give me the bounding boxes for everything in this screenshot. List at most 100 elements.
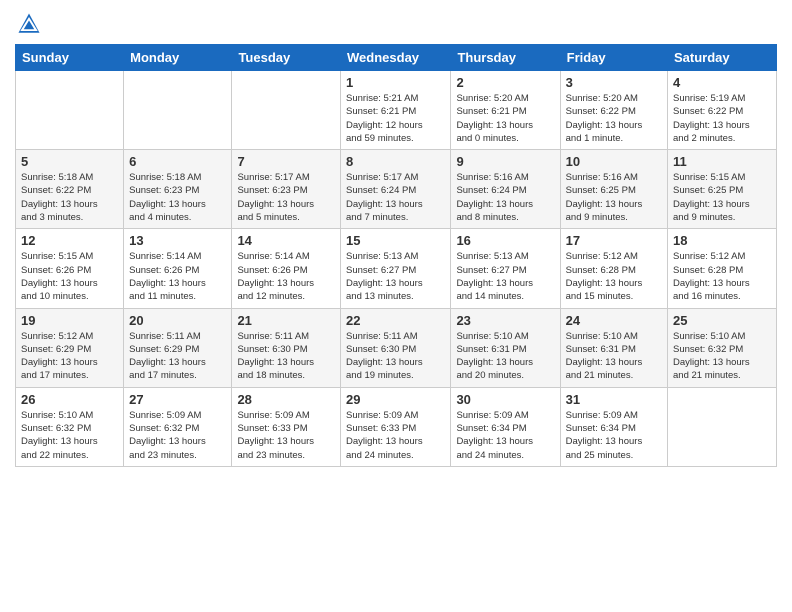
day-info: Sunrise: 5:18 AM Sunset: 6:23 PM Dayligh…	[129, 171, 226, 224]
day-info: Sunrise: 5:13 AM Sunset: 6:27 PM Dayligh…	[456, 250, 554, 303]
day-number: 2	[456, 75, 554, 90]
day-info: Sunrise: 5:13 AM Sunset: 6:27 PM Dayligh…	[346, 250, 445, 303]
calendar-day-9: 9 Sunrise: 5:16 AM Sunset: 6:24 PM Daylig…	[451, 150, 560, 229]
day-number: 24	[566, 313, 662, 328]
day-number: 18	[673, 233, 771, 248]
calendar-day-5: 5Sunrise: 5:18 AM Sunset: 6:22 PM Daylig…	[16, 150, 124, 229]
calendar-week-row: 26 Sunrise: 5:10 AM Sunset: 6:32 PM Dayli…	[16, 387, 777, 466]
day-info: Sunrise: 5:09 AM Sunset: 6:32 PM Dayligh…	[129, 409, 226, 462]
calendar-day-7: 7 Sunrise: 5:17 AM Sunset: 6:23 PM Daylig…	[232, 150, 341, 229]
day-number: 11	[673, 154, 771, 169]
weekday-header-saturday: Saturday	[668, 45, 777, 71]
day-info: Sunrise: 5:21 AM Sunset: 6:21 PM Dayligh…	[346, 92, 445, 145]
day-number: 21	[237, 313, 335, 328]
day-info: Sunrise: 5:15 AM Sunset: 6:25 PM Dayligh…	[673, 171, 771, 224]
day-number: 9	[456, 154, 554, 169]
calendar-day-3: 3 Sunrise: 5:20 AM Sunset: 6:22 PM Daylig…	[560, 71, 667, 150]
day-number: 28	[237, 392, 335, 407]
day-info: Sunrise: 5:09 AM Sunset: 6:33 PM Dayligh…	[237, 409, 335, 462]
day-info: Sunrise: 5:10 AM Sunset: 6:32 PM Dayligh…	[21, 409, 118, 462]
day-number: 10	[566, 154, 662, 169]
calendar-day-18: 18 Sunrise: 5:12 AM Sunset: 6:28 PM Dayli…	[668, 229, 777, 308]
calendar-day-17: 17Sunrise: 5:12 AM Sunset: 6:28 PM Dayli…	[560, 229, 667, 308]
calendar-day-8: 8 Sunrise: 5:17 AM Sunset: 6:24 PM Daylig…	[341, 150, 451, 229]
logo	[15, 10, 47, 38]
day-info: Sunrise: 5:15 AM Sunset: 6:26 PM Dayligh…	[21, 250, 118, 303]
day-info: Sunrise: 5:11 AM Sunset: 6:30 PM Dayligh…	[346, 330, 445, 383]
day-number: 22	[346, 313, 445, 328]
calendar-empty-cell	[124, 71, 232, 150]
day-number: 19	[21, 313, 118, 328]
calendar-day-15: 15 Sunrise: 5:13 AM Sunset: 6:27 PM Dayli…	[341, 229, 451, 308]
day-info: Sunrise: 5:10 AM Sunset: 6:31 PM Dayligh…	[456, 330, 554, 383]
page-header	[15, 10, 777, 38]
weekday-header-sunday: Sunday	[16, 45, 124, 71]
day-number: 6	[129, 154, 226, 169]
day-info: Sunrise: 5:10 AM Sunset: 6:32 PM Dayligh…	[673, 330, 771, 383]
calendar-day-13: 13 Sunrise: 5:14 AM Sunset: 6:26 PM Dayli…	[124, 229, 232, 308]
day-info: Sunrise: 5:18 AM Sunset: 6:22 PM Dayligh…	[21, 171, 118, 224]
calendar-day-31: 31 Sunrise: 5:09 AM Sunset: 6:34 PM Dayli…	[560, 387, 667, 466]
calendar-empty-cell	[232, 71, 341, 150]
calendar-day-24: 24 Sunrise: 5:10 AM Sunset: 6:31 PM Dayli…	[560, 308, 667, 387]
day-number: 30	[456, 392, 554, 407]
calendar-day-4: 4 Sunrise: 5:19 AM Sunset: 6:22 PM Daylig…	[668, 71, 777, 150]
day-number: 23	[456, 313, 554, 328]
calendar-day-25: 25 Sunrise: 5:10 AM Sunset: 6:32 PM Dayli…	[668, 308, 777, 387]
day-info: Sunrise: 5:20 AM Sunset: 6:21 PM Dayligh…	[456, 92, 554, 145]
calendar-day-20: 20 Sunrise: 5:11 AM Sunset: 6:29 PM Dayli…	[124, 308, 232, 387]
day-info: Sunrise: 5:17 AM Sunset: 6:24 PM Dayligh…	[346, 171, 445, 224]
calendar-table: SundayMondayTuesdayWednesdayThursdayFrid…	[15, 44, 777, 467]
day-number: 15	[346, 233, 445, 248]
day-number: 29	[346, 392, 445, 407]
calendar-day-27: 27 Sunrise: 5:09 AM Sunset: 6:32 PM Dayli…	[124, 387, 232, 466]
logo-icon	[15, 10, 43, 38]
day-info: Sunrise: 5:20 AM Sunset: 6:22 PM Dayligh…	[566, 92, 662, 145]
day-number: 25	[673, 313, 771, 328]
calendar-day-14: 14 Sunrise: 5:14 AM Sunset: 6:26 PM Dayli…	[232, 229, 341, 308]
calendar-day-10: 10Sunrise: 5:16 AM Sunset: 6:25 PM Dayli…	[560, 150, 667, 229]
day-info: Sunrise: 5:10 AM Sunset: 6:31 PM Dayligh…	[566, 330, 662, 383]
day-number: 7	[237, 154, 335, 169]
calendar-day-12: 12Sunrise: 5:15 AM Sunset: 6:26 PM Dayli…	[16, 229, 124, 308]
day-number: 4	[673, 75, 771, 90]
day-number: 20	[129, 313, 226, 328]
calendar-week-row: 1Sunrise: 5:21 AM Sunset: 6:21 PM Daylig…	[16, 71, 777, 150]
day-number: 16	[456, 233, 554, 248]
calendar-day-21: 21 Sunrise: 5:11 AM Sunset: 6:30 PM Dayli…	[232, 308, 341, 387]
day-number: 27	[129, 392, 226, 407]
day-info: Sunrise: 5:11 AM Sunset: 6:30 PM Dayligh…	[237, 330, 335, 383]
day-info: Sunrise: 5:09 AM Sunset: 6:34 PM Dayligh…	[566, 409, 662, 462]
day-info: Sunrise: 5:12 AM Sunset: 6:28 PM Dayligh…	[673, 250, 771, 303]
calendar-day-11: 11 Sunrise: 5:15 AM Sunset: 6:25 PM Dayli…	[668, 150, 777, 229]
calendar-week-row: 19 Sunrise: 5:12 AM Sunset: 6:29 PM Dayli…	[16, 308, 777, 387]
day-info: Sunrise: 5:17 AM Sunset: 6:23 PM Dayligh…	[237, 171, 335, 224]
calendar-day-1: 1Sunrise: 5:21 AM Sunset: 6:21 PM Daylig…	[341, 71, 451, 150]
day-number: 3	[566, 75, 662, 90]
calendar-empty-cell	[668, 387, 777, 466]
day-info: Sunrise: 5:12 AM Sunset: 6:29 PM Dayligh…	[21, 330, 118, 383]
weekday-header-thursday: Thursday	[451, 45, 560, 71]
day-info: Sunrise: 5:09 AM Sunset: 6:33 PM Dayligh…	[346, 409, 445, 462]
day-number: 31	[566, 392, 662, 407]
calendar-day-23: 23 Sunrise: 5:10 AM Sunset: 6:31 PM Dayli…	[451, 308, 560, 387]
weekday-header-tuesday: Tuesday	[232, 45, 341, 71]
calendar-day-30: 30Sunrise: 5:09 AM Sunset: 6:34 PM Dayli…	[451, 387, 560, 466]
day-info: Sunrise: 5:16 AM Sunset: 6:24 PM Dayligh…	[456, 171, 554, 224]
day-info: Sunrise: 5:14 AM Sunset: 6:26 PM Dayligh…	[129, 250, 226, 303]
day-number: 13	[129, 233, 226, 248]
day-info: Sunrise: 5:19 AM Sunset: 6:22 PM Dayligh…	[673, 92, 771, 145]
calendar-day-22: 22 Sunrise: 5:11 AM Sunset: 6:30 PM Dayli…	[341, 308, 451, 387]
day-number: 8	[346, 154, 445, 169]
day-info: Sunrise: 5:11 AM Sunset: 6:29 PM Dayligh…	[129, 330, 226, 383]
day-info: Sunrise: 5:14 AM Sunset: 6:26 PM Dayligh…	[237, 250, 335, 303]
weekday-header-monday: Monday	[124, 45, 232, 71]
weekday-header-wednesday: Wednesday	[341, 45, 451, 71]
day-number: 26	[21, 392, 118, 407]
weekday-header-friday: Friday	[560, 45, 667, 71]
day-number: 14	[237, 233, 335, 248]
calendar-week-row: 5Sunrise: 5:18 AM Sunset: 6:22 PM Daylig…	[16, 150, 777, 229]
weekday-header-row: SundayMondayTuesdayWednesdayThursdayFrid…	[16, 45, 777, 71]
day-number: 17	[566, 233, 662, 248]
calendar-day-2: 2 Sunrise: 5:20 AM Sunset: 6:21 PM Daylig…	[451, 71, 560, 150]
